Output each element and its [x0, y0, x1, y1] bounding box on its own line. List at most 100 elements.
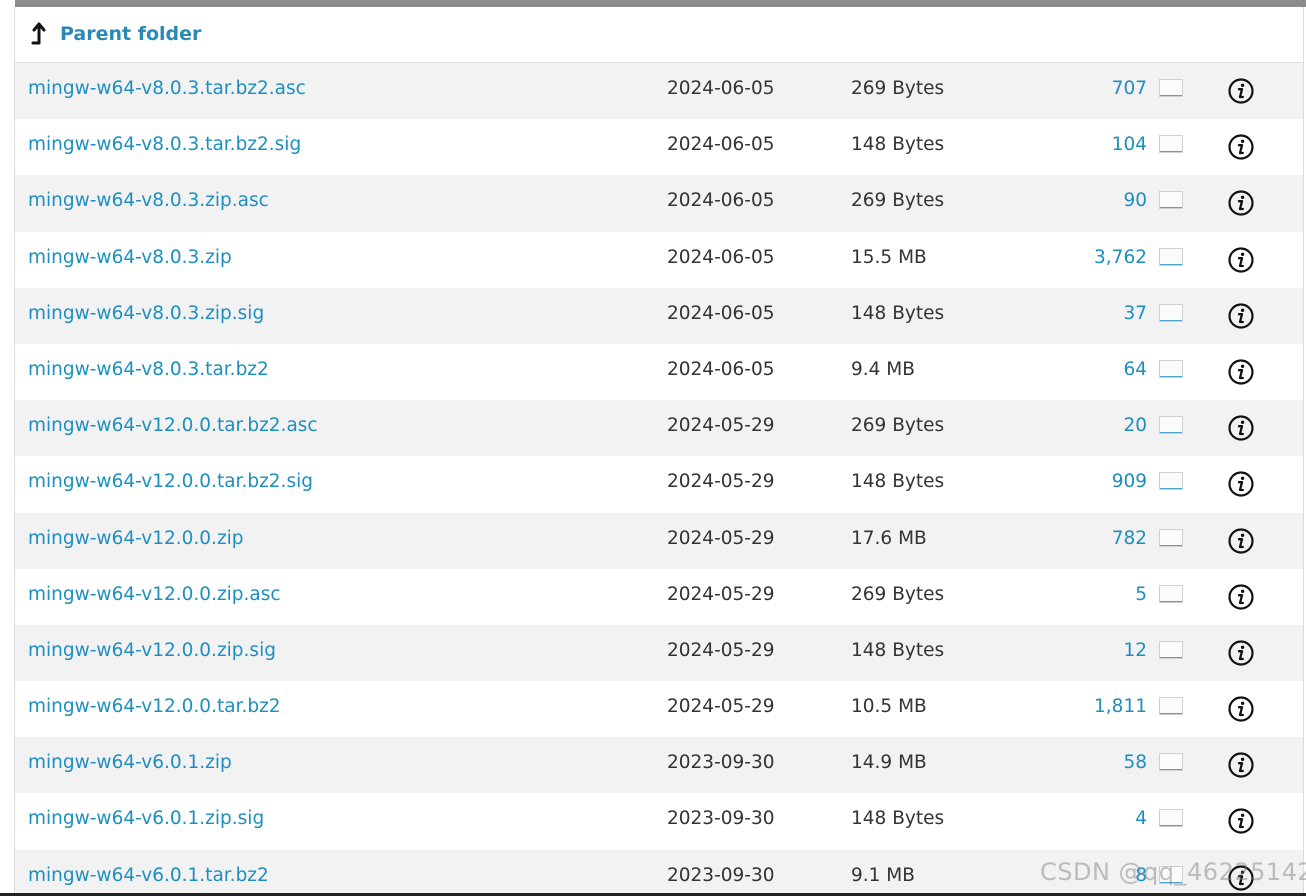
- info-icon[interactable]: [1228, 584, 1254, 610]
- file-size: 148 Bytes: [851, 471, 945, 493]
- download-count-link[interactable]: 90: [1123, 190, 1147, 211]
- download-count-link[interactable]: 64: [1123, 359, 1147, 380]
- sparkline-fill: [1160, 769, 1182, 771]
- file-date: 2024-05-29: [667, 415, 775, 437]
- download-count-link[interactable]: 707: [1112, 78, 1147, 99]
- download-count-link[interactable]: 12: [1123, 640, 1147, 661]
- download-sparkline[interactable]: [1159, 584, 1183, 603]
- info-icon[interactable]: [1228, 246, 1254, 273]
- file-size: 17.6 MB: [851, 527, 927, 549]
- download-sparkline[interactable]: [1159, 809, 1183, 828]
- download-sparkline[interactable]: [1159, 528, 1183, 547]
- file-name-link[interactable]: mingw-w64-v6.0.1.zip: [28, 752, 232, 773]
- file-name-link[interactable]: mingw-w64-v12.0.0.zip.asc: [28, 584, 281, 605]
- info-icon[interactable]: [1228, 527, 1254, 554]
- file-size: 9.4 MB: [851, 358, 915, 380]
- file-row: mingw-w64-v8.0.3.tar.bz2.sig 2024-06-05 14…: [15, 119, 1303, 176]
- file-name-link[interactable]: mingw-w64-v12.0.0.tar.bz2.asc: [28, 415, 318, 436]
- download-count-link[interactable]: 37: [1123, 303, 1147, 324]
- download-count-link[interactable]: 58: [1123, 752, 1147, 773]
- download-count-link[interactable]: 4: [1135, 808, 1147, 829]
- info-icon[interactable]: [1228, 190, 1254, 216]
- file-name-link[interactable]: mingw-w64-v6.0.1.tar.bz2: [28, 865, 269, 886]
- file-size: 148 Bytes: [851, 639, 945, 661]
- download-sparkline[interactable]: [1159, 697, 1183, 716]
- info-icon[interactable]: [1228, 415, 1254, 441]
- file-name-link[interactable]: mingw-w64-v8.0.3.zip.asc: [28, 190, 269, 211]
- download-sparkline[interactable]: [1159, 640, 1183, 659]
- sparkline-fill: [1160, 207, 1182, 209]
- download-sparkline[interactable]: [1159, 753, 1183, 772]
- download-sparkline[interactable]: [1159, 303, 1183, 322]
- file-size: 269 Bytes: [851, 415, 945, 437]
- download-sparkline[interactable]: [1159, 416, 1183, 435]
- file-name-link[interactable]: mingw-w64-v6.0.1.zip.sig: [28, 808, 264, 829]
- file-size: 269 Bytes: [851, 78, 945, 99]
- info-icon[interactable]: [1228, 752, 1254, 778]
- download-sparkline[interactable]: [1159, 191, 1183, 210]
- file-row: mingw-w64-v8.0.3.zip 2024-06-05 15.5 MB 3,7…: [15, 231, 1303, 288]
- info-icon[interactable]: [1228, 471, 1254, 497]
- download-sparkline[interactable]: [1159, 472, 1183, 491]
- download-sparkline[interactable]: [1159, 359, 1183, 378]
- sparkline-fill: [1160, 319, 1182, 321]
- file-name-link[interactable]: mingw-w64-v12.0.0.tar.bz2.sig: [28, 471, 313, 492]
- file-size: 9.1 MB: [851, 864, 915, 886]
- file-name-link[interactable]: mingw-w64-v8.0.3.tar.bz2.asc: [28, 78, 306, 99]
- download-count-link[interactable]: 104: [1112, 134, 1147, 155]
- info-icon[interactable]: [1228, 78, 1254, 104]
- file-list-panel: Parent folder mingw-w64-v8.0.3.tar.bz2.a…: [14, 7, 1304, 896]
- file-date: 2024-06-05: [667, 302, 775, 324]
- info-icon[interactable]: [1228, 359, 1254, 385]
- file-date: 2024-06-05: [667, 190, 775, 212]
- file-name-link[interactable]: mingw-w64-v12.0.0.zip: [28, 528, 244, 549]
- download-count-link[interactable]: 1,811: [1094, 696, 1147, 717]
- sparkline-fill: [1160, 151, 1182, 153]
- download-sparkline[interactable]: [1159, 135, 1183, 154]
- file-size: 148 Bytes: [851, 302, 945, 324]
- file-size: 148 Bytes: [851, 134, 945, 156]
- file-date: 2024-05-29: [667, 696, 775, 718]
- file-name-link[interactable]: mingw-w64-v8.0.3.zip.sig: [28, 303, 264, 324]
- arrow-up-turn-icon[interactable]: [29, 21, 51, 47]
- file-name-link[interactable]: mingw-w64-v8.0.3.tar.bz2: [28, 359, 269, 380]
- download-count-link[interactable]: 3,762: [1094, 247, 1147, 268]
- file-date: 2024-05-29: [667, 527, 775, 549]
- sparkline-fill: [1160, 656, 1182, 658]
- info-icon[interactable]: [1228, 134, 1254, 160]
- file-row: mingw-w64-v8.0.3.tar.bz2.asc 2024-06-05 26…: [15, 63, 1303, 120]
- info-icon[interactable]: [1228, 640, 1254, 666]
- file-row: mingw-w64-v8.0.3.tar.bz2 2024-06-05 9.4 MB…: [15, 343, 1303, 401]
- file-row: mingw-w64-v12.0.0.tar.bz2.sig 2024-05-29 1…: [15, 456, 1303, 513]
- sparkline-fill: [1160, 544, 1182, 546]
- download-count-link[interactable]: 782: [1112, 528, 1147, 549]
- info-icon[interactable]: [1228, 696, 1254, 722]
- download-count-link[interactable]: 5: [1135, 584, 1147, 605]
- sparkline-fill: [1160, 600, 1182, 602]
- file-date: 2024-06-05: [667, 134, 775, 156]
- download-count-link[interactable]: 909: [1112, 471, 1147, 492]
- file-name-link[interactable]: mingw-w64-v8.0.3.tar.bz2.sig: [28, 134, 301, 155]
- parent-folder-link[interactable]: Parent folder: [60, 21, 201, 47]
- file-size: 269 Bytes: [851, 190, 945, 212]
- file-size: 15.5 MB: [851, 246, 927, 268]
- file-table: mingw-w64-v8.0.3.tar.bz2.asc 2024-06-05 26…: [15, 63, 1303, 896]
- file-name-link[interactable]: mingw-w64-v12.0.0.tar.bz2: [28, 696, 281, 717]
- info-icon[interactable]: [1228, 808, 1254, 835]
- file-date: 2024-06-05: [667, 246, 775, 268]
- file-date: 2024-06-05: [667, 78, 775, 99]
- file-row: mingw-w64-v12.0.0.tar.bz2.asc 2024-05-29 2…: [15, 400, 1303, 457]
- info-icon[interactable]: [1228, 303, 1254, 329]
- sparkline-fill: [1160, 825, 1182, 827]
- file-name-link[interactable]: mingw-w64-v12.0.0.zip.sig: [28, 640, 276, 661]
- parent-folder-row[interactable]: Parent folder: [15, 7, 1303, 63]
- download-count-link[interactable]: 20: [1123, 415, 1147, 436]
- download-sparkline[interactable]: [1159, 79, 1183, 97]
- file-row: mingw-w64-v12.0.0.zip 2024-05-29 17.6 MB 78…: [15, 512, 1303, 569]
- file-name-link[interactable]: mingw-w64-v8.0.3.zip: [28, 247, 232, 268]
- file-size: 269 Bytes: [851, 583, 945, 605]
- file-row: mingw-w64-v12.0.0.zip.asc 2024-05-29 269 B…: [15, 568, 1303, 625]
- download-sparkline[interactable]: [1159, 247, 1183, 266]
- watermark-text: CSDN @qq_46225142: [1040, 858, 1306, 886]
- sparkline-fill: [1160, 95, 1182, 96]
